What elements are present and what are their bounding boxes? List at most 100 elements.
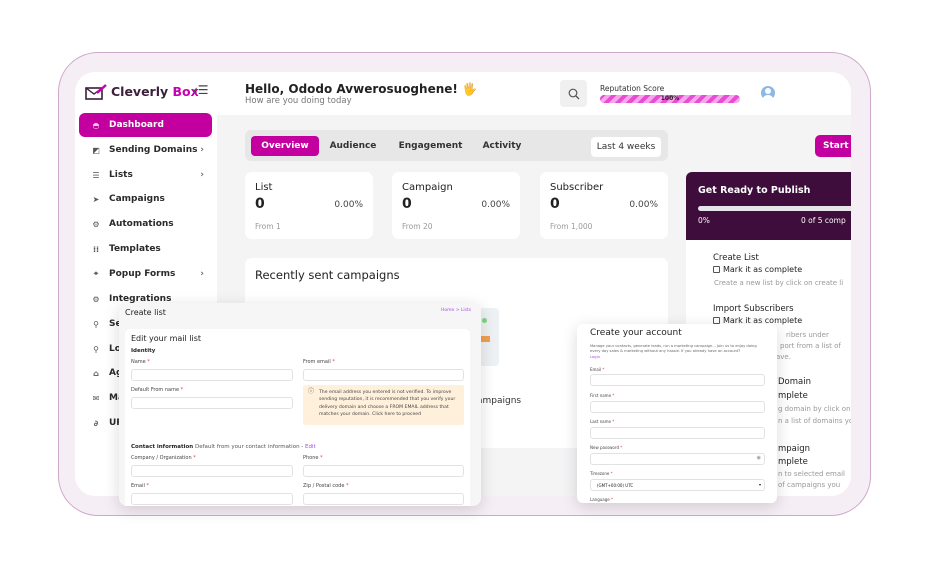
stat-value: 0 — [255, 196, 265, 212]
sidebar-item-dashboard[interactable]: ◓ Dashboard — [79, 113, 212, 137]
from-email-label: From email * — [303, 359, 335, 365]
label-text: Default From name — [131, 387, 180, 393]
mail-icon: ✉ — [92, 393, 100, 403]
section-identity: Identity — [131, 348, 156, 354]
timezone-value: (GMT+00:00) UTC — [597, 483, 634, 488]
company-input[interactable] — [131, 465, 293, 477]
stat-card-subscriber: Subscriber 0 0.00% From 1,000 — [540, 172, 668, 239]
reputation-bar: 100% — [600, 95, 740, 103]
create-list-title: Create list — [125, 308, 166, 317]
step-desc: Create a new list by click on create li — [714, 279, 844, 287]
sidebar-item-label: Lists — [109, 170, 133, 180]
stat-label: Campaign — [402, 182, 453, 193]
name-label: Name * — [131, 359, 150, 365]
stat-value: 0 — [550, 196, 560, 212]
step-desc: port from a list of — [780, 342, 841, 350]
step-title: mpaign — [778, 444, 811, 454]
sidebar-item-label: Popup Forms — [109, 269, 176, 279]
intro-text: Manage your contacts, generate leads, ru… — [590, 344, 757, 354]
create-account-window: Create your account Manage your contacts… — [577, 324, 777, 503]
stat-percent: 0.00% — [334, 200, 363, 210]
chevron-right-icon: › — [200, 170, 204, 180]
label-text: New password — [590, 445, 619, 450]
checkbox-label: mplete — [778, 391, 808, 401]
contact-info-heading: Contact information Default from your co… — [131, 444, 316, 450]
checkbox-label: mplete — [778, 457, 808, 467]
timezone-label: Timezone * — [590, 471, 613, 476]
brand-part1: Cleverly — [111, 84, 169, 99]
sidebar-item-automations[interactable]: ⚙ Automations — [79, 212, 212, 236]
sidebar-item-label: Templates — [109, 244, 161, 254]
wave-icon: 🖐 — [462, 82, 477, 96]
logo-icon — [85, 84, 107, 100]
tab-overview[interactable]: Overview — [251, 136, 319, 156]
sidebar-item-label: Automations — [109, 219, 174, 229]
contact-sub: Default from your contact information - — [194, 444, 304, 450]
stat-from: From 1 — [255, 222, 281, 231]
step-title: Create List — [713, 253, 759, 263]
stat-from: From 20 — [402, 222, 433, 231]
email-label: Email * — [131, 483, 149, 489]
zip-input[interactable] — [303, 493, 464, 505]
phone-label: Phone * — [303, 455, 323, 461]
timezone-select[interactable]: (GMT+00:00) UTC ▾ — [590, 479, 765, 491]
step-desc: ribers under — [786, 331, 829, 339]
unverified-warning[interactable]: ⓘ The email address you entered is not v… — [303, 385, 464, 425]
first-name-input[interactable] — [590, 401, 765, 413]
breadcrumb[interactable]: Home > Lists — [441, 308, 471, 313]
last-name-input[interactable] — [590, 427, 765, 439]
password-input[interactable]: ◉ — [590, 453, 765, 465]
sidebar-item-campaigns[interactable]: ➤ Campaigns — [79, 187, 212, 211]
eye-icon[interactable]: ◉ — [757, 455, 761, 461]
step-desc: n a list of domains yo — [778, 417, 851, 425]
avatar[interactable] — [761, 86, 775, 100]
link-icon: ∂ — [93, 418, 99, 428]
step-title: Import Subscribers — [713, 304, 794, 314]
login-link[interactable]: Login — [590, 355, 600, 359]
create-account-intro: Manage your contacts, generate leads, ru… — [590, 344, 766, 360]
gear-icon: ⚙ — [92, 294, 100, 304]
tab-engagement[interactable]: Engagement — [393, 136, 468, 156]
email-label: Email * — [590, 367, 605, 372]
phone-input[interactable] — [303, 465, 464, 477]
sidebar-item-popup-forms[interactable]: ⌖ Popup Forms › — [79, 262, 212, 286]
warning-text: The email address you entered is not ver… — [319, 390, 456, 418]
label-text: Phone — [303, 455, 319, 461]
sidebar-item-lists[interactable]: ☰ Lists › — [79, 163, 212, 187]
mark-complete-checkbox[interactable]: Mark it as complete — [713, 265, 802, 274]
search-button[interactable] — [560, 80, 587, 107]
chevron-down-icon: ▾ — [758, 482, 761, 487]
tab-audience[interactable]: Audience — [323, 136, 383, 156]
start-button[interactable]: Start h — [815, 135, 851, 157]
tab-activity[interactable]: Activity — [477, 136, 527, 156]
empty-state-text: ampaigns — [477, 396, 522, 406]
password-label: New password * — [590, 445, 623, 450]
contact-edit-link[interactable]: Edit — [305, 444, 316, 450]
paper-plane-icon: ➤ — [92, 194, 100, 204]
chevron-right-icon: › — [200, 145, 204, 155]
label-text: Company / Organization — [131, 455, 192, 461]
default-from-input[interactable] — [131, 397, 293, 409]
account-email-input[interactable] — [590, 374, 765, 386]
greeting: Hello, Ododo Avwerosuoghene! 🖐 — [245, 82, 477, 96]
chevron-right-icon: › — [200, 269, 204, 279]
greeting-text: Hello, Ododo Avwerosuoghene! — [245, 82, 458, 96]
date-range-select[interactable]: Last 4 weeks — [591, 137, 661, 157]
step-title: Domain — [778, 377, 811, 387]
email-input[interactable] — [131, 493, 293, 505]
recent-campaigns-title: Recently sent campaigns — [255, 268, 400, 282]
card-title: Edit your mail list — [131, 334, 201, 343]
label-text: First name — [590, 393, 612, 398]
collapse-sidebar-icon[interactable]: ‹☰ — [193, 83, 209, 97]
name-input[interactable] — [131, 369, 293, 381]
from-email-input[interactable] — [303, 369, 464, 381]
step-desc: of campaigns you — [778, 481, 841, 489]
publish-progress-label: 0% — [698, 216, 710, 225]
label-text: Name — [131, 359, 146, 365]
stat-value: 0 — [402, 196, 412, 212]
search-icon: ⚲ — [93, 344, 99, 354]
sidebar-item-templates[interactable]: ⁞⁞ Templates — [79, 237, 212, 261]
step-desc: ave. — [776, 353, 791, 361]
step-desc: n to selected email — [778, 470, 845, 478]
sidebar-item-sending-domains[interactable]: ◩ Sending Domains › — [79, 138, 212, 162]
